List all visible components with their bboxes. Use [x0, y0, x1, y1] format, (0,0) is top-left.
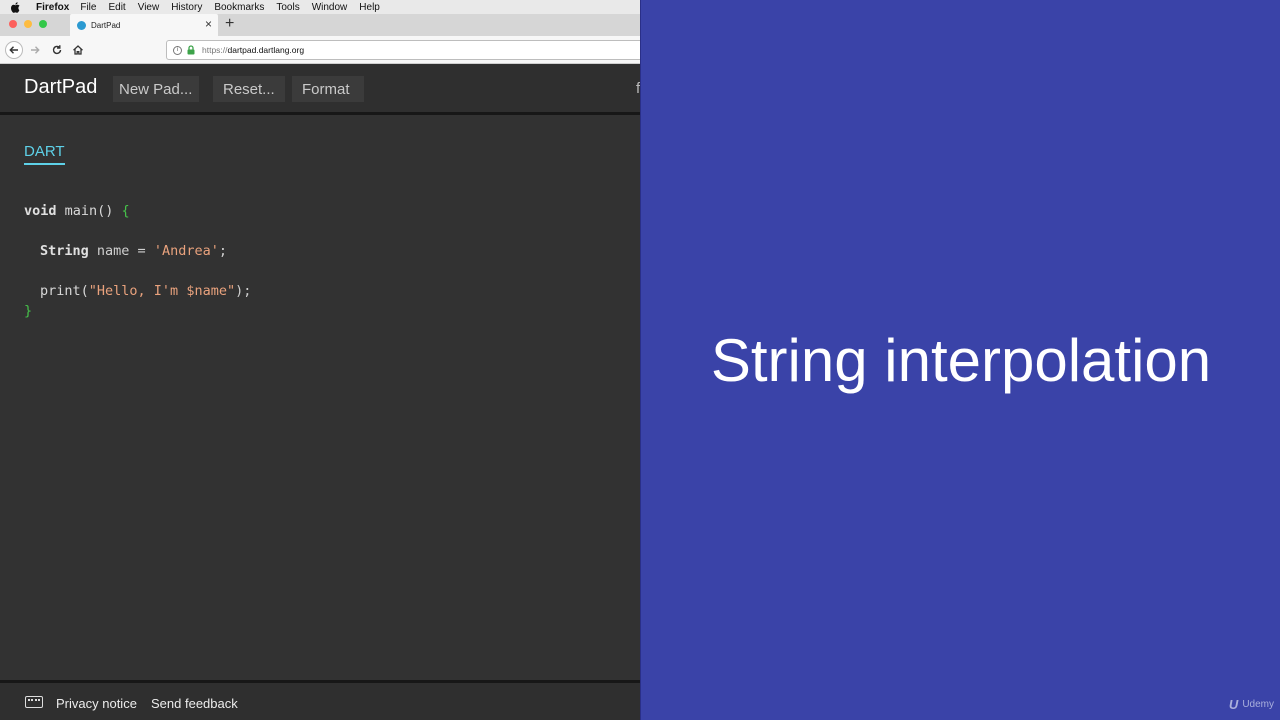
minimize-window-button[interactable] [24, 20, 32, 28]
reset-button[interactable]: Reset... [213, 76, 285, 102]
url-host: dartpad.dartlang.org [227, 45, 305, 55]
navigation-bar: i https://dartpad.dartlang.org [0, 36, 640, 64]
semicolon: ; [218, 243, 227, 259]
home-icon [73, 45, 83, 55]
tab-bar: DartPad × + [0, 14, 640, 36]
privacy-notice-link[interactable]: Privacy notice [56, 696, 137, 711]
udemy-logo-icon: U [1228, 697, 1239, 712]
new-tab-button[interactable]: + [225, 16, 234, 32]
dartpad-favicon-icon [77, 20, 86, 30]
menu-firefox[interactable]: Firefox [36, 2, 69, 13]
menu-window[interactable]: Window [312, 2, 348, 13]
app-title: DartPad [24, 76, 98, 98]
menu-view[interactable]: View [138, 2, 160, 13]
menu-help[interactable]: Help [359, 2, 380, 13]
lecture-slide: String interpolation U Udemy [640, 0, 1280, 720]
code-line-2: String name = 'Andrea'; [40, 241, 227, 261]
back-button[interactable] [5, 41, 23, 59]
browser-window: Firefox File Edit View History Bookmarks… [0, 0, 640, 720]
dartpad-footer: Privacy notice Send feedback [0, 680, 640, 720]
string-literal-hello: "Hello, I'm $name" [88, 283, 236, 299]
close-brace: } [24, 303, 33, 319]
code-line-1: void main() { [24, 201, 130, 221]
arrow-left-icon [9, 46, 18, 54]
code-editor[interactable]: DART void main() { String name = 'Andrea… [0, 115, 640, 680]
close-tab-icon[interactable]: × [205, 18, 212, 30]
home-button[interactable] [70, 42, 86, 58]
menu-edit[interactable]: Edit [108, 2, 125, 13]
info-icon[interactable]: i [173, 45, 182, 55]
function-main: main() [56, 203, 122, 219]
udemy-watermark: U Udemy [1229, 697, 1274, 712]
var-assign: name = [88, 243, 154, 259]
send-feedback-link[interactable]: Send feedback [151, 696, 238, 711]
function-print: print( [40, 283, 89, 299]
zoom-window-button[interactable] [39, 20, 47, 28]
code-line-3: print("Hello, I'm $name"); [40, 281, 251, 301]
type-string: String [40, 243, 89, 259]
keyboard-icon[interactable] [25, 696, 43, 708]
url-scheme: https:// [202, 45, 228, 55]
open-brace: { [121, 203, 130, 219]
code-line-4: } [24, 301, 32, 321]
arrow-right-icon [31, 46, 40, 54]
menu-tools[interactable]: Tools [276, 2, 299, 13]
keyword-void: void [24, 203, 57, 219]
reload-button[interactable] [49, 42, 65, 58]
address-bar[interactable]: i https://dartpad.dartlang.org [166, 40, 640, 60]
forward-button[interactable] [27, 42, 43, 58]
reload-icon [52, 45, 62, 55]
menu-file[interactable]: File [80, 2, 96, 13]
tab-dartpad[interactable]: DartPad × [70, 14, 218, 36]
slide-title: String interpolation [710, 327, 1212, 394]
apple-icon[interactable] [0, 1, 30, 13]
lock-icon[interactable] [186, 45, 196, 55]
format-button[interactable]: Format [292, 76, 364, 102]
tab-title: DartPad [91, 20, 121, 30]
string-literal-name: 'Andrea' [153, 243, 219, 259]
tab-dart[interactable]: DART [24, 143, 65, 165]
call-end: ); [235, 283, 252, 299]
dartpad-header: DartPad New Pad... Reset... Format f [0, 64, 640, 112]
menu-bookmarks[interactable]: Bookmarks [214, 2, 264, 13]
mac-menu-bar: Firefox File Edit View History Bookmarks… [0, 0, 640, 14]
udemy-label: Udemy [1242, 699, 1274, 710]
menu-history[interactable]: History [171, 2, 202, 13]
close-window-button[interactable] [9, 20, 17, 28]
new-pad-button[interactable]: New Pad... [113, 76, 199, 102]
